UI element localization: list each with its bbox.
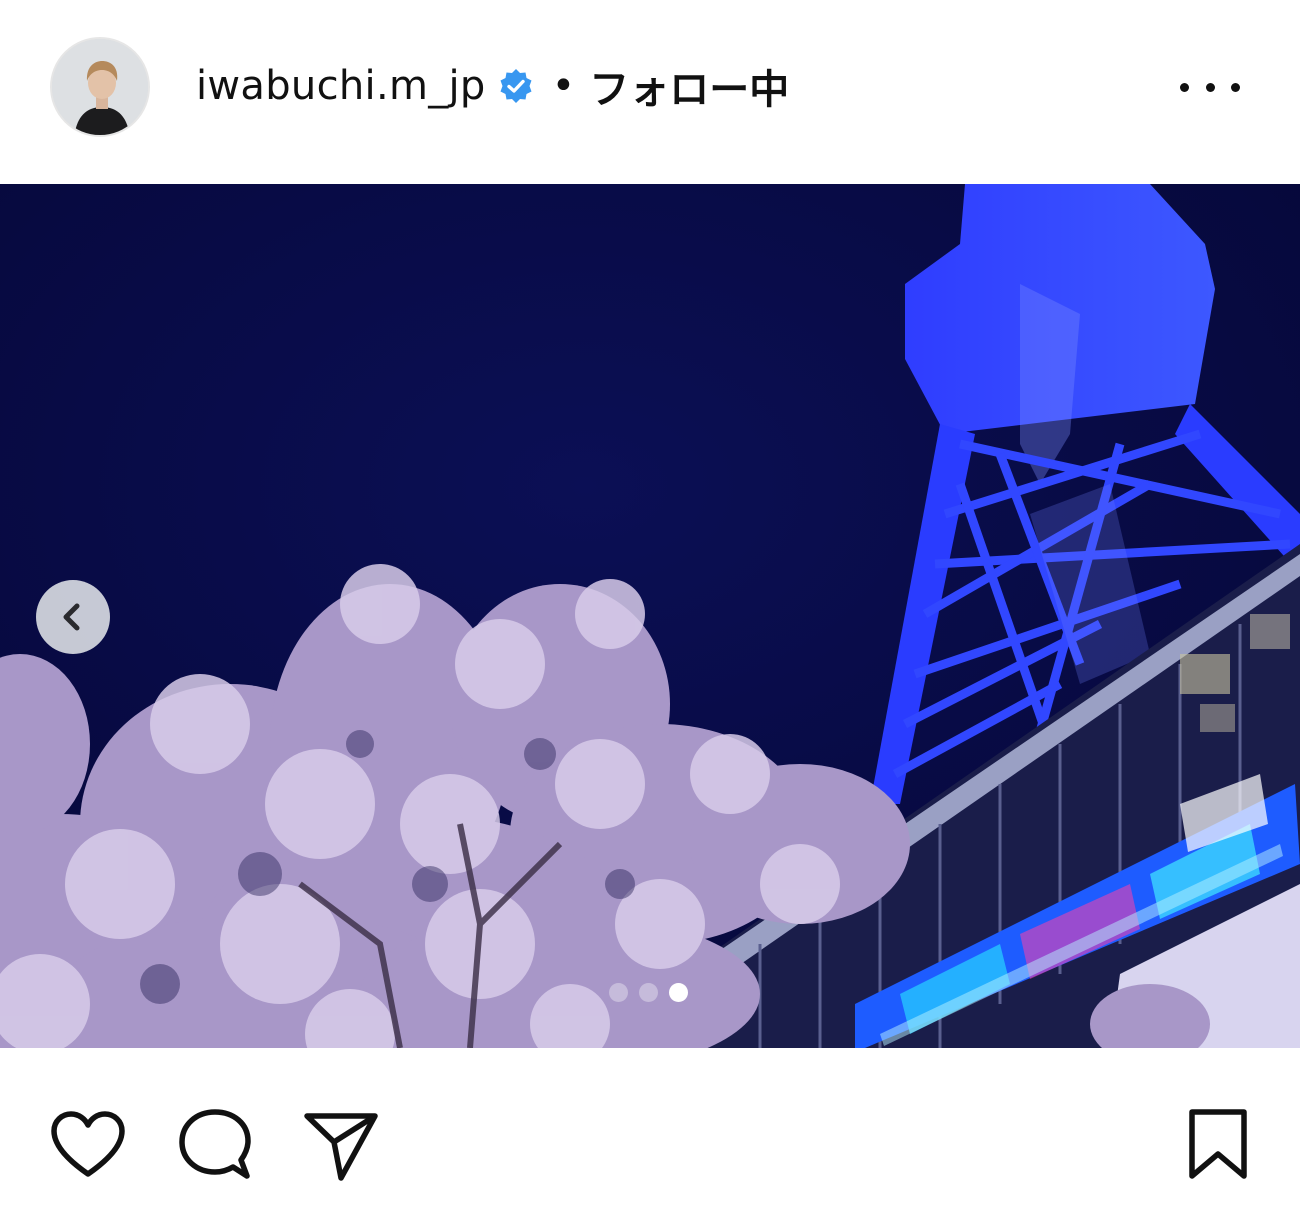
avatar[interactable] [50, 37, 150, 137]
following-button[interactable]: フォロー中 [589, 57, 789, 115]
more-dot [1231, 82, 1240, 92]
more-dot [1205, 82, 1215, 92]
separator-dot: • [551, 63, 576, 109]
action-bar [0, 1048, 1300, 1221]
carousel-dot [639, 982, 658, 1002]
carousel-dot-active [669, 982, 688, 1002]
comment-icon[interactable] [178, 1108, 252, 1186]
chevron-left-icon [63, 603, 80, 631]
verified-badge-icon [498, 68, 534, 104]
bookmark-icon[interactable] [1186, 1108, 1252, 1184]
carousel-dot [609, 982, 628, 1002]
post-header: iwabuchi.m_jp • フォロー中 [0, 0, 1300, 180]
carousel-indicator [609, 982, 688, 1002]
paper-plane-icon[interactable] [303, 1110, 379, 1186]
username[interactable]: iwabuchi.m_jp [196, 63, 486, 109]
more-options-icon[interactable] [1180, 70, 1240, 104]
more-dot [1180, 82, 1189, 92]
heart-icon[interactable] [50, 1110, 126, 1184]
post-photo[interactable] [0, 184, 1300, 1048]
username-row: iwabuchi.m_jp • フォロー中 [196, 58, 789, 114]
previous-slide-button[interactable] [36, 580, 110, 654]
